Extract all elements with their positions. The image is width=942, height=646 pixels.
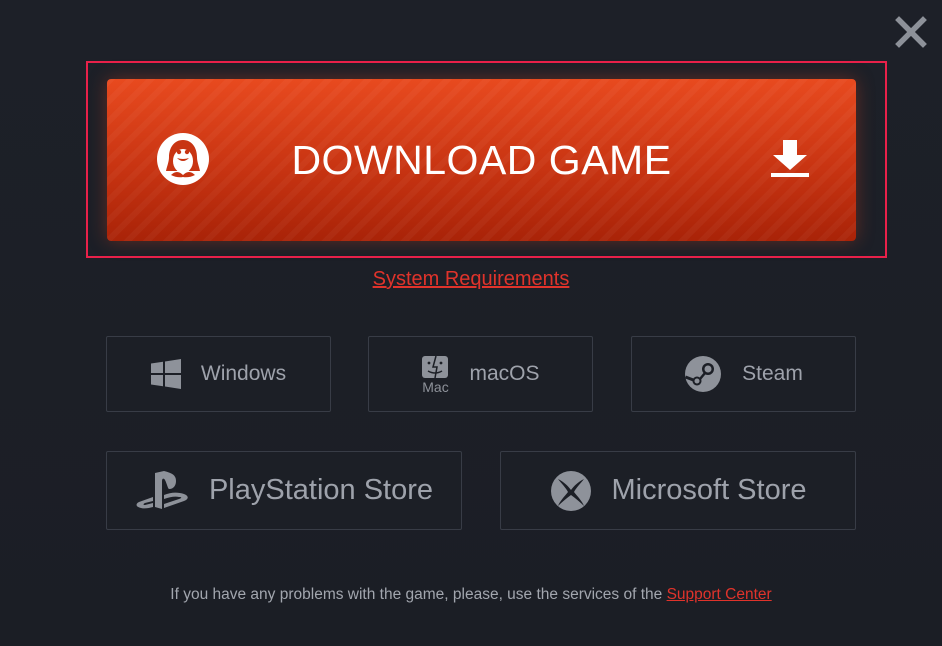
support-center-link[interactable]: Support Center	[667, 586, 772, 603]
close-icon[interactable]	[893, 14, 929, 50]
system-requirements-link[interactable]: System Requirements	[0, 268, 942, 291]
platform-label: macOS	[469, 362, 540, 385]
platform-label: PlayStation Store	[208, 474, 434, 506]
footer-text: If you have any problems with the game, …	[170, 586, 663, 603]
playstation-icon	[135, 470, 189, 511]
download-arrow-icon	[769, 137, 811, 179]
platform-playstation-store-button[interactable]: PlayStation Store	[106, 451, 462, 530]
mac-icon-caption: Mac	[422, 378, 449, 395]
platform-macos-button[interactable]: Mac macOS	[368, 336, 593, 412]
download-modal: DOWNLOAD GAME System Requirements Window…	[0, 0, 942, 646]
download-game-button[interactable]: DOWNLOAD GAME	[107, 79, 856, 241]
windows-icon	[150, 359, 181, 389]
platform-label: Microsoft Store	[611, 474, 807, 506]
platform-label: Steam	[742, 362, 803, 385]
xbox-icon	[550, 470, 592, 512]
download-button-label: DOWNLOAD GAME	[291, 137, 672, 183]
mac-finder-icon: Mac	[421, 355, 449, 394]
platform-label: Windows	[200, 362, 287, 385]
support-footer: If you have any problems with the game, …	[0, 586, 942, 604]
platform-steam-button[interactable]: Steam	[631, 336, 856, 412]
platform-windows-button[interactable]: Windows	[106, 336, 331, 412]
steam-icon	[684, 355, 722, 393]
platform-microsoft-store-button[interactable]: Microsoft Store	[500, 451, 856, 530]
